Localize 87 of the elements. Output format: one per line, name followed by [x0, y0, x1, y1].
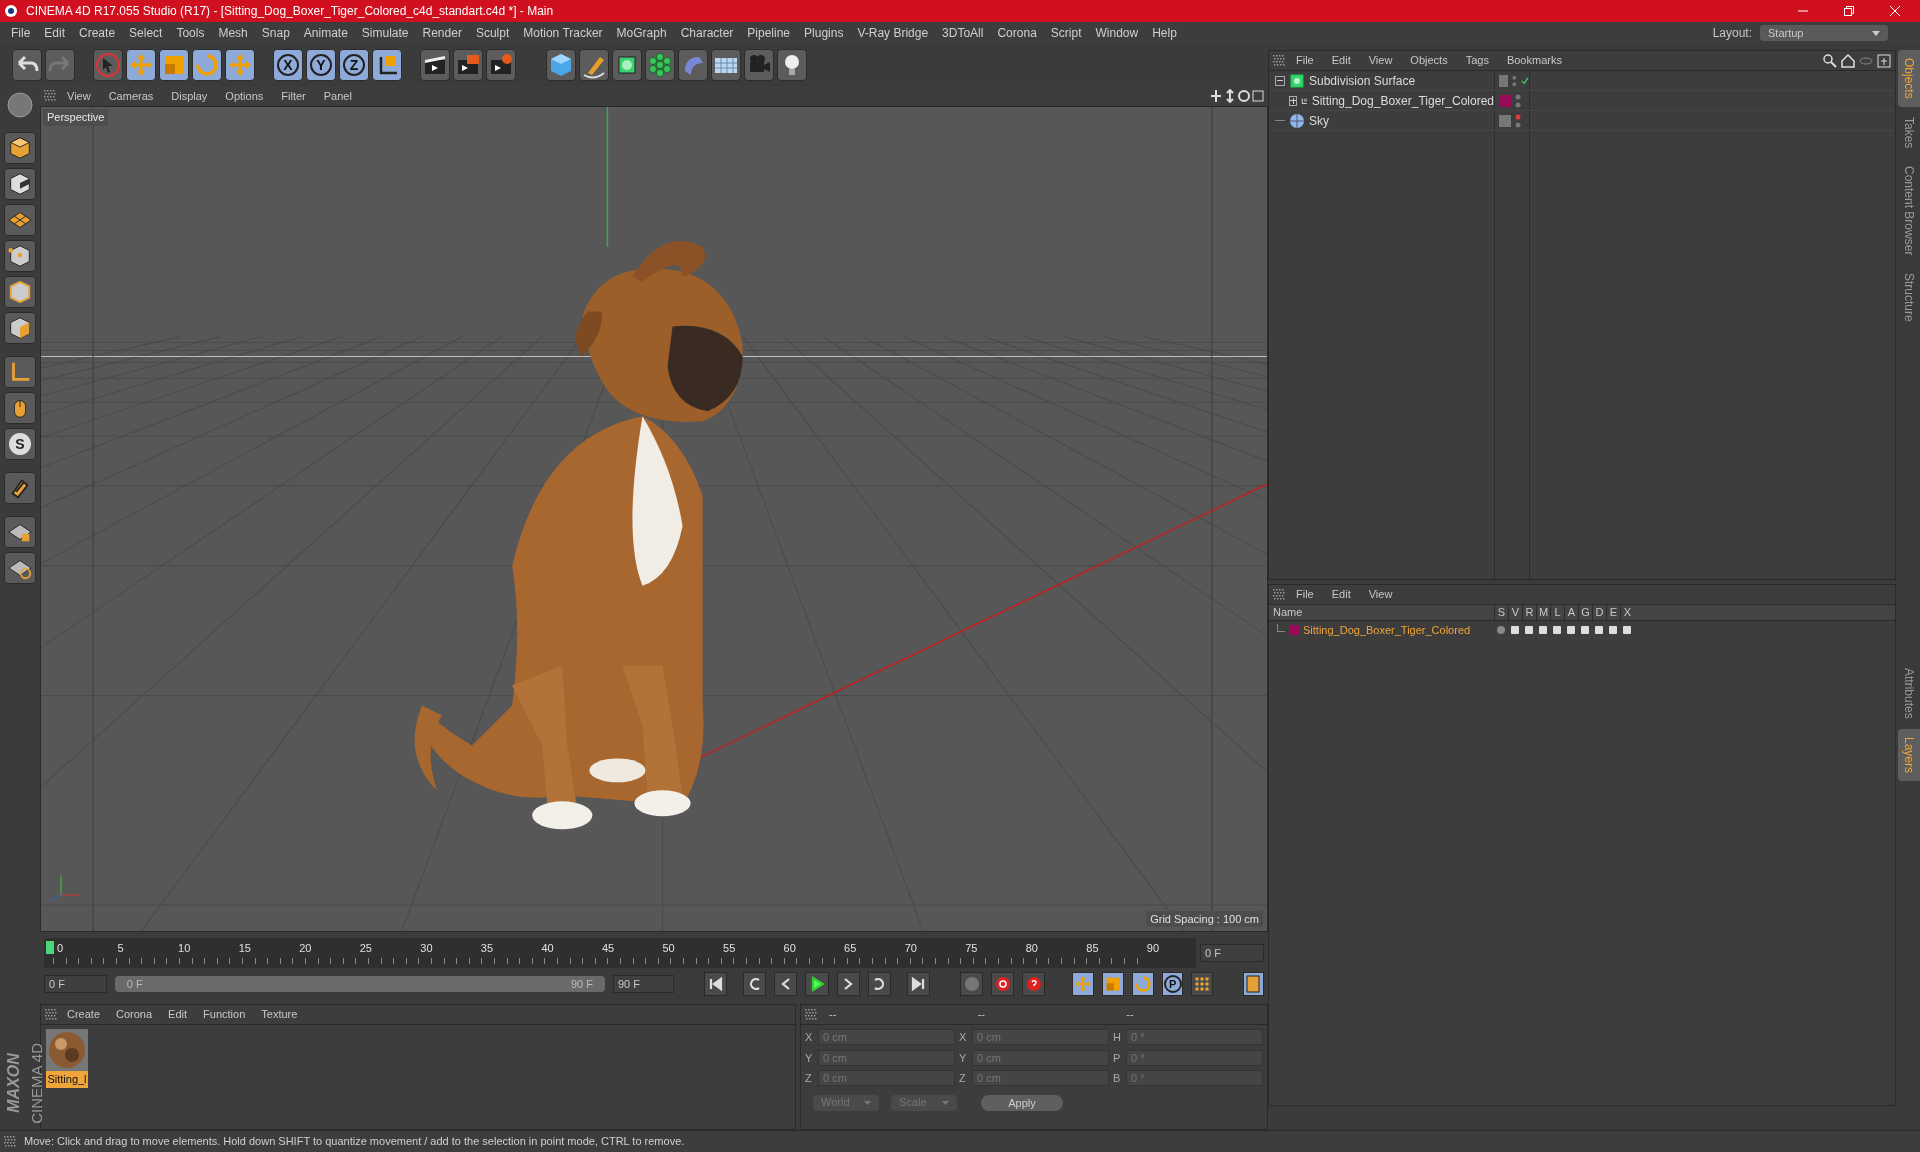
- column-header: S: [1494, 604, 1508, 621]
- menu-item[interactable]: Script: [1043, 24, 1089, 42]
- window-title: CINEMA 4D R17.055 Studio (R17) - [Sitting_Dog_Boxer_Tiger_Colored_c4d_standart.c4d *] - Main: [26, 3, 555, 20]
- axis-label: X: [805, 1030, 814, 1045]
- menu-item[interactable]: Edit: [37, 24, 73, 42]
- material-menu-item[interactable]: Texture: [255, 1006, 304, 1023]
- column-header: R: [1522, 604, 1536, 621]
- status-text: Move: Click and drag to move elements. Hold down SHIFT to quantize movement / add to the selection in point mode, CTRL to remove.: [24, 1134, 685, 1150]
- layer-menu-item[interactable]: View: [1361, 586, 1400, 603]
- viewport-menu-item[interactable]: Display: [164, 87, 215, 105]
- material-menu-item[interactable]: Function: [197, 1006, 252, 1023]
- menu-item[interactable]: Window: [1088, 24, 1146, 42]
- menu-item[interactable]: Select: [122, 24, 170, 42]
- viewport-menu-item[interactable]: Options: [218, 87, 271, 105]
- menu-item[interactable]: Corona: [990, 24, 1044, 42]
- menu-item[interactable]: Animate: [296, 24, 355, 42]
- menu-item[interactable]: V-Ray Bridge: [850, 24, 936, 42]
- material-menu-item[interactable]: Create: [61, 1006, 107, 1023]
- column-header: --: [1125, 1007, 1135, 1023]
- axis-lock-button[interactable]: Y: [306, 49, 336, 81]
- axis-label: Z: [959, 1071, 967, 1086]
- axis-label: X: [959, 1030, 968, 1045]
- column-header: L: [1550, 604, 1564, 621]
- column-header: X: [1620, 604, 1634, 621]
- company-logo: MAXON: [4, 1053, 23, 1114]
- object-name[interactable]: Sitting_Dog_Boxer_Tiger_Colored: [1311, 91, 1494, 110]
- menu-item[interactable]: Tools: [169, 24, 212, 42]
- menu-item[interactable]: 3DToAll: [935, 24, 991, 42]
- menu-item[interactable]: Character: [673, 24, 741, 42]
- column-header: E: [1606, 604, 1620, 621]
- material-menu-item[interactable]: Edit: [162, 1006, 194, 1023]
- material-menu-item[interactable]: Corona: [110, 1006, 159, 1023]
- menu-item[interactable]: Simulate: [354, 24, 416, 42]
- column-header: V: [1508, 604, 1522, 621]
- layer-menu-item[interactable]: File: [1289, 586, 1321, 603]
- column-header: G: [1578, 604, 1592, 621]
- end-frame-field[interactable]: 90 F: [612, 975, 674, 993]
- apply-button[interactable]: Apply: [981, 1094, 1063, 1111]
- menu-item[interactable]: Snap: [254, 24, 297, 42]
- column-header: A: [1564, 604, 1578, 621]
- axis-label: Y: [805, 1050, 814, 1066]
- column-header: Name: [1272, 605, 1304, 621]
- menu-item[interactable]: Create: [72, 24, 123, 42]
- menu-item[interactable]: Help: [1145, 24, 1184, 42]
- snap-button[interactable]: S: [4, 428, 36, 460]
- object-menu-item[interactable]: File: [1289, 52, 1321, 69]
- start-frame-field[interactable]: 0 F: [44, 975, 107, 993]
- viewport-menu-item[interactable]: Panel: [316, 87, 359, 105]
- axis-label: Z: [805, 1071, 813, 1086]
- axis-lock-button[interactable]: X: [273, 49, 303, 81]
- menu-item[interactable]: Pipeline: [740, 24, 798, 42]
- object-menu-item[interactable]: Edit: [1324, 52, 1358, 69]
- menu-item[interactable]: MoGraph: [609, 24, 674, 42]
- product-logo: CINEMA 4D: [27, 1043, 46, 1124]
- viewport-menu-item[interactable]: View: [60, 87, 98, 105]
- object-menu-item[interactable]: View: [1361, 52, 1400, 69]
- menu-item[interactable]: Plugins: [797, 24, 851, 42]
- object-menu-item[interactable]: Bookmarks: [1499, 52, 1569, 69]
- layout-dropdown[interactable]: Startup: [1760, 25, 1888, 41]
- axis-label: P: [1113, 1050, 1122, 1066]
- axis-label: Y: [959, 1050, 968, 1066]
- column-header: M: [1536, 604, 1550, 621]
- layer-name[interactable]: Sitting_Dog_Boxer_Tiger_Colored: [1303, 621, 1471, 639]
- layout-label: Layout:: [1712, 25, 1752, 42]
- axis-label: H: [1113, 1030, 1122, 1045]
- column-header: --: [976, 1007, 986, 1023]
- current-frame-field[interactable]: 0 F: [1200, 944, 1264, 962]
- menu-item[interactable]: Motion Tracker: [516, 24, 610, 42]
- layer-menu-item[interactable]: Edit: [1324, 586, 1358, 603]
- object-name[interactable]: Subdivision Surface: [1309, 71, 1416, 90]
- viewport-menu-item[interactable]: Cameras: [101, 87, 161, 105]
- axis-lock-button[interactable]: Z: [339, 49, 369, 81]
- object-name[interactable]: Sky: [1309, 111, 1329, 130]
- material-swatch[interactable]: Sitting_l: [45, 1029, 89, 1088]
- object-menu-item[interactable]: Tags: [1458, 52, 1496, 69]
- material-name: Sitting_l: [46, 1071, 88, 1088]
- menu-item[interactable]: Mesh: [211, 24, 255, 42]
- column-header: D: [1592, 604, 1606, 621]
- camera-label: Perspective: [43, 109, 109, 126]
- column-header: --: [828, 1007, 838, 1023]
- viewport-menu-item[interactable]: Filter: [274, 87, 313, 105]
- object-menu-item[interactable]: Objects: [1403, 52, 1455, 69]
- menu-item[interactable]: File: [4, 24, 38, 42]
- menu-item[interactable]: Render: [415, 24, 469, 42]
- menu-item[interactable]: Sculpt: [468, 24, 517, 42]
- param-key-button[interactable]: P: [1161, 972, 1184, 996]
- axis-label: B: [1113, 1071, 1122, 1086]
